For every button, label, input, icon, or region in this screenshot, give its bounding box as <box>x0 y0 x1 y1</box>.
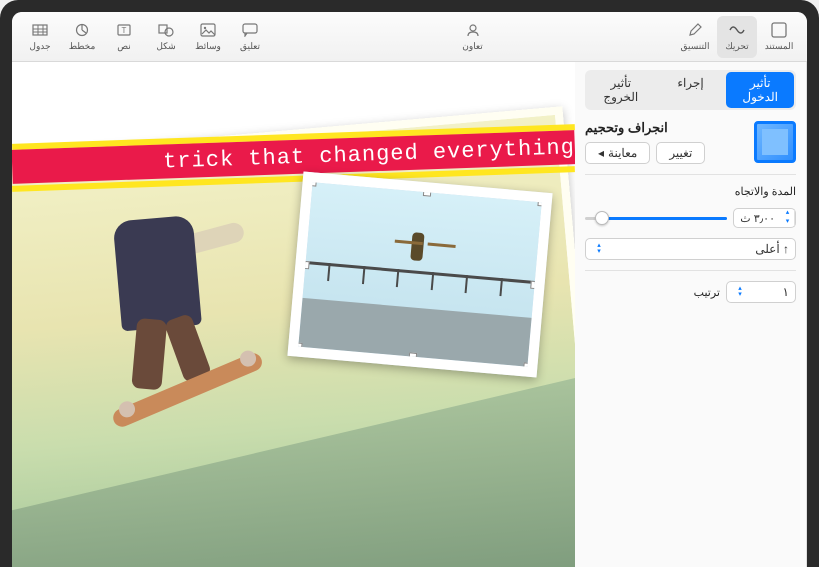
skateboarder-graphic <box>71 188 292 454</box>
tab-build-in[interactable]: تأثير الدخول <box>726 72 794 108</box>
animate-label: تحريك <box>725 41 748 52</box>
text-button[interactable]: T نص <box>104 16 144 58</box>
format-button[interactable]: التنسيق <box>675 16 715 58</box>
tab-build-out[interactable]: تأثير الخروج <box>587 72 655 108</box>
media-label: وسائط <box>195 41 221 52</box>
selected-photo[interactable] <box>287 171 552 377</box>
chevrons-icon: ▴▾ <box>592 243 606 255</box>
stepper-up-icon: ▴ <box>781 209 794 218</box>
stepper-down-icon: ▾ <box>781 218 794 227</box>
animate-icon <box>727 21 747 39</box>
media-icon <box>198 21 218 39</box>
chevrons-icon: ▴▾ <box>733 286 747 298</box>
duration-value: ٣٫٠٠ ث <box>734 210 781 227</box>
chart-icon <box>72 21 92 39</box>
toolbar-group-right: المستند تحريك التنسيق <box>675 16 799 58</box>
duration-direction-label: المدة والاتجاه <box>585 185 796 198</box>
toolbar-group-left: تعليق وسائط شكل T نص مخطط جدول <box>20 16 270 58</box>
document-label: المستند <box>765 41 794 52</box>
chart-button[interactable]: مخطط <box>62 16 102 58</box>
table-label: جدول <box>29 41 50 52</box>
duration-slider[interactable] <box>585 217 727 220</box>
media-button[interactable]: وسائط <box>188 16 228 58</box>
preview-button[interactable]: معاينة◂ <box>585 142 650 164</box>
collaborate-label: تعاون <box>462 41 483 52</box>
comment-icon <box>240 21 260 39</box>
shape-label: شكل <box>156 41 175 52</box>
effect-name: انجراف وتحجيم <box>585 120 668 136</box>
svg-text:T: T <box>122 26 127 35</box>
tab-action[interactable]: إجراء <box>657 72 725 108</box>
top-toolbar: المستند تحريك التنسيق تعاون تعليق وسائط … <box>12 12 807 62</box>
animate-button[interactable]: تحريك <box>717 16 757 58</box>
table-button[interactable]: جدول <box>20 16 60 58</box>
table-icon <box>30 21 50 39</box>
app-window: المستند تحريك التنسيق تعاون تعليق وسائط … <box>12 12 807 567</box>
change-effect-button[interactable]: تغيير <box>656 142 705 164</box>
direction-select[interactable]: ↑ أعلى ▴▾ <box>585 238 796 260</box>
document-button[interactable]: المستند <box>759 16 799 58</box>
document-icon <box>769 21 789 39</box>
format-label: التنسيق <box>681 41 710 52</box>
order-label: ترتيب <box>585 286 720 299</box>
slide-canvas[interactable]: trick that changed everything <box>12 62 575 567</box>
text-label: نص <box>117 41 131 52</box>
shape-button[interactable]: شكل <box>146 16 186 58</box>
order-row: ١ ▴▾ ترتيب <box>585 281 796 303</box>
duration-stepper[interactable]: ▴▾ ٣٫٠٠ ث <box>733 208 796 228</box>
play-icon: ◂ <box>598 146 604 160</box>
slider-thumb[interactable] <box>595 211 609 225</box>
comment-button[interactable]: تعليق <box>230 16 270 58</box>
effect-tabs: تأثير الدخول إجراء تأثير الخروج <box>585 70 796 110</box>
order-select[interactable]: ١ ▴▾ <box>726 281 796 303</box>
effect-header: انجراف وتحجيم تغيير معاينة◂ <box>585 120 796 164</box>
paintbrush-icon <box>685 21 705 39</box>
device-frame: المستند تحريك التنسيق تعاون تعليق وسائط … <box>0 0 819 567</box>
content-area: تأثير الدخول إجراء تأثير الخروج انجراف و… <box>12 62 807 567</box>
duration-row: ▴▾ ٣٫٠٠ ث <box>585 208 796 228</box>
inspector-sidebar: تأثير الدخول إجراء تأثير الخروج انجراف و… <box>575 62 807 567</box>
collaborate-button[interactable]: تعاون <box>453 16 493 58</box>
text-icon: T <box>114 21 134 39</box>
shape-icon <box>156 21 176 39</box>
chart-label: مخطط <box>69 41 96 52</box>
effect-thumbnail <box>754 121 796 163</box>
comment-label: تعليق <box>240 41 260 52</box>
direction-row: ↑ أعلى ▴▾ <box>585 238 796 260</box>
collaborate-icon <box>463 21 483 39</box>
